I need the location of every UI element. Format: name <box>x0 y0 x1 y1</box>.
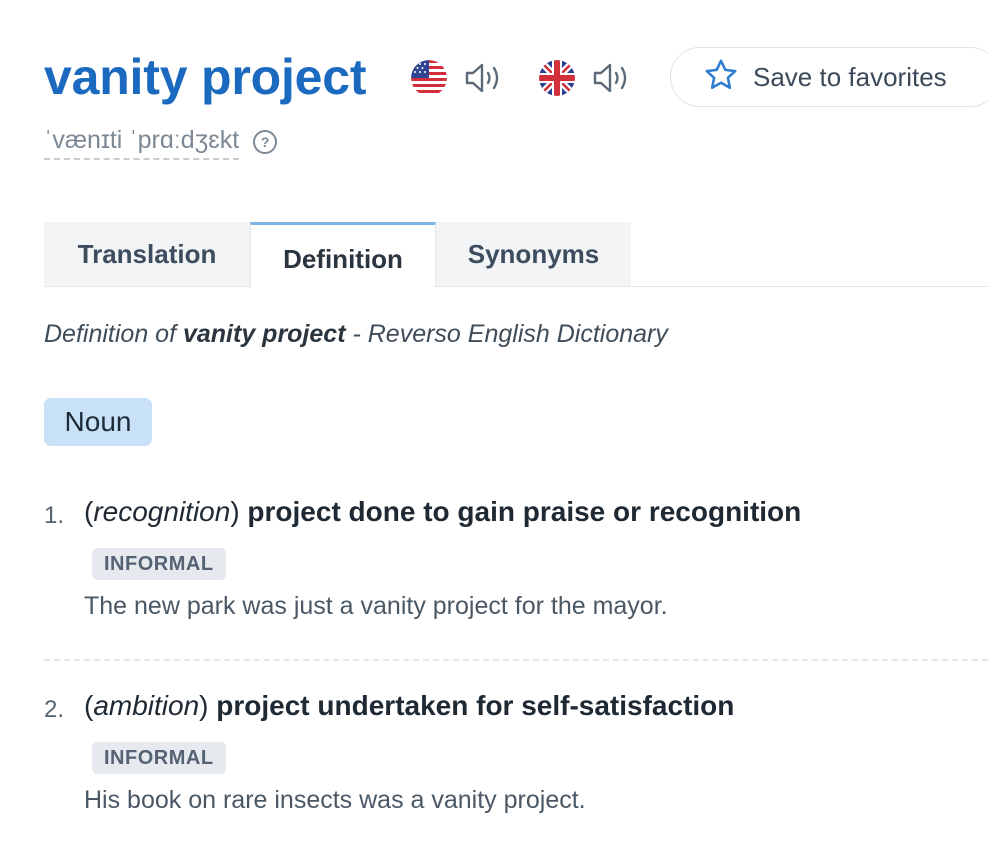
definition-gloss: project undertaken for self-satisfaction <box>216 690 735 721</box>
definition-divider <box>44 659 988 661</box>
tab-definition[interactable]: Definition <box>250 222 436 287</box>
register-badge: INFORMAL <box>92 548 226 580</box>
definition-context: ambition <box>93 690 200 721</box>
headword-title: vanity project <box>44 49 367 105</box>
example-sentence: His book on rare insects was a vanity pr… <box>84 786 586 814</box>
phonetic-text: ˈvænɪti ˈprɑːdʒɛkt <box>44 125 240 160</box>
tab-synonyms[interactable]: Synonyms <box>436 222 631 286</box>
uk-flag-icon <box>539 60 575 96</box>
save-to-favorites-button[interactable]: Save to favorites <box>670 47 988 107</box>
dictionary-title-term: vanity project <box>182 320 346 348</box>
dictionary-source-title: Definition of vanity project - Reverso E… <box>44 320 668 349</box>
part-of-speech-badge: Noun <box>44 398 152 446</box>
help-icon[interactable]: ? <box>253 130 278 154</box>
dictionary-title-suffix: - Reverso English Dictionary <box>345 320 668 348</box>
save-to-favorites-label: Save to favorites <box>753 61 947 92</box>
phonetic-transcription: ˈvænɪti ˈprɑːdʒɛkt ? <box>44 124 278 160</box>
definition-context: recognition <box>93 496 231 527</box>
definition-number: 2. <box>44 696 65 723</box>
definition-line: (recognition) project done to gain prais… <box>84 496 802 527</box>
tab-bar: Translation Definition Synonyms <box>44 222 988 287</box>
star-icon <box>703 57 739 98</box>
uk-speaker-icon[interactable] <box>592 60 634 96</box>
us-flag-icon <box>411 60 447 96</box>
tab-translation[interactable]: Translation <box>44 222 250 286</box>
us-speaker-icon[interactable] <box>464 60 506 96</box>
dictionary-title-prefix: Definition of <box>44 320 183 348</box>
register-badge: INFORMAL <box>92 742 226 774</box>
definition-gloss: project done to gain praise or recogniti… <box>247 496 802 527</box>
example-sentence: The new park was just a vanity project f… <box>84 592 668 620</box>
definition-number: 1. <box>44 502 65 529</box>
definition-line: (ambition) project undertaken for self-s… <box>84 690 735 721</box>
